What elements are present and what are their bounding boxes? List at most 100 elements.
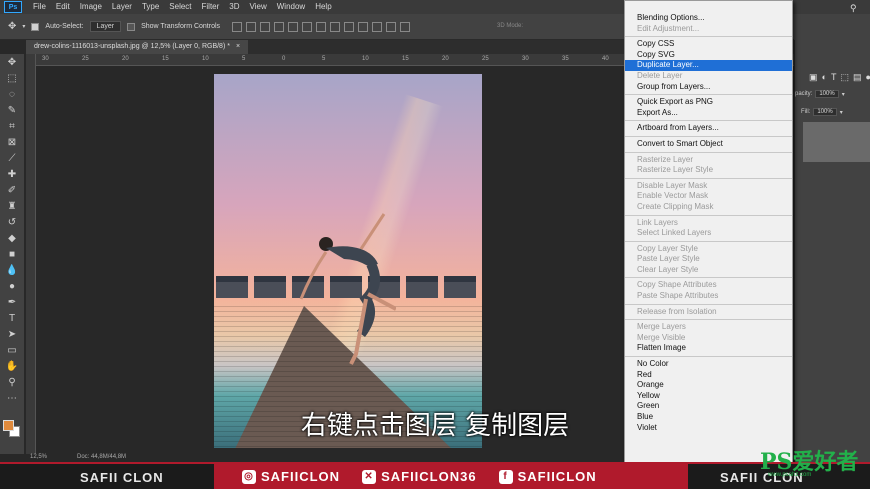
ruler-number: 15	[162, 56, 169, 62]
transform-controls-checkbox[interactable]	[127, 22, 136, 31]
menu-view[interactable]: View	[245, 0, 272, 14]
menu-item-copy-svg[interactable]: Copy SVG	[625, 50, 792, 61]
menu-help[interactable]: Help	[310, 0, 336, 14]
distribute-top-icon[interactable]	[316, 21, 327, 32]
smart-object-filter-icon[interactable]: ▤	[853, 72, 862, 83]
menu-item-green[interactable]: Green	[625, 401, 792, 412]
filter-toggle-icon[interactable]: ●	[865, 72, 870, 83]
crop-tool-icon[interactable]: ⌗	[0, 118, 24, 134]
menu-item-convert-to-smart-object[interactable]: Convert to Smart Object	[625, 139, 792, 150]
menu-item-group-from-layers[interactable]: Group from Layers...	[625, 82, 792, 93]
distribute-left-icon[interactable]	[358, 21, 369, 32]
dodge-tool-icon[interactable]: ●	[0, 278, 24, 294]
menu-item-paste-shape-attributes: Paste Shape Attributes	[637, 291, 719, 301]
gradient-tool-icon[interactable]: ■	[0, 246, 24, 262]
ruler-number: 30	[522, 56, 529, 62]
distribute-bottom-icon[interactable]	[344, 21, 355, 32]
distribute-middle-icon[interactable]	[330, 21, 341, 32]
auto-align-icon[interactable]	[400, 21, 411, 32]
menu-image[interactable]: Image	[75, 0, 107, 14]
chevron-down-icon[interactable]: ▾	[840, 109, 843, 116]
menu-filter[interactable]: Filter	[197, 0, 225, 14]
chevron-down-icon[interactable]: ▾	[842, 91, 845, 98]
align-middle-icon[interactable]	[246, 21, 257, 32]
menu-file[interactable]: File	[28, 0, 51, 14]
menu-item-merge-layers: Merge Layers	[637, 322, 686, 332]
auto-select-dropdown[interactable]: Layer	[89, 21, 122, 32]
pen-tool-icon[interactable]: ✒	[0, 294, 24, 310]
bungalow	[216, 276, 248, 298]
type-tool-icon[interactable]: T	[0, 310, 24, 326]
quick-select-tool-icon[interactable]: ✎	[0, 102, 24, 118]
brush-tool-icon[interactable]: ✐	[0, 182, 24, 198]
image-filter-icon[interactable]: ▣	[809, 72, 818, 83]
marquee-tool-icon[interactable]: ⬚	[0, 70, 24, 86]
menu-item-no-color[interactable]: No Color	[625, 359, 792, 370]
menu-item-red[interactable]: Red	[625, 370, 792, 381]
history-brush-tool-icon[interactable]: ↺	[0, 214, 24, 230]
zoom-level[interactable]: 12,5%	[30, 454, 47, 462]
more-tools-icon[interactable]: ⋯	[0, 390, 24, 406]
menu-group: Quick Export as PNG Export As...	[625, 95, 792, 122]
chevron-down-icon[interactable]: ▾	[22, 23, 25, 30]
align-top-icon[interactable]	[232, 21, 243, 32]
menu-item-blue[interactable]: Blue	[625, 412, 792, 423]
menu-item-artboard-from-layers[interactable]: Artboard from Layers...	[625, 123, 792, 134]
distribute-right-icon[interactable]	[386, 21, 397, 32]
menu-layer[interactable]: Layer	[107, 0, 137, 14]
menu-item-blending-options[interactable]: Blending Options...	[625, 13, 792, 24]
search-icon[interactable]: ⚲	[850, 3, 857, 14]
frame-tool-icon[interactable]: ⊠	[0, 134, 24, 150]
menu-item-delete-layer: Delete Layer	[637, 70, 683, 80]
hand-tool-icon[interactable]: ✋	[0, 358, 24, 374]
menu-select[interactable]: Select	[164, 0, 196, 14]
clone-stamp-tool-icon[interactable]: ♜	[0, 198, 24, 214]
lasso-tool-icon[interactable]: ◌	[0, 86, 24, 102]
menu-group: Artboard from Layers...	[625, 121, 792, 137]
type-filter-icon[interactable]: T	[831, 72, 837, 83]
menu-group: Copy Layer Style Paste Layer Style Clear L…	[625, 242, 792, 279]
align-bottom-icon[interactable]	[260, 21, 271, 32]
auto-select-checkbox[interactable]	[31, 22, 40, 31]
fill-field[interactable]: 100%	[813, 108, 837, 116]
eraser-tool-icon[interactable]: ◆	[0, 230, 24, 246]
menu-item-export-as[interactable]: Export As...	[625, 108, 792, 119]
document-size: Doc: 44,8M/44,8M	[77, 454, 127, 460]
menu-item-quick-export-as-png[interactable]: Quick Export as PNG	[625, 97, 792, 108]
menu-item-duplicate-layer[interactable]: Duplicate Layer...	[625, 60, 792, 71]
menu-type[interactable]: Type	[137, 0, 164, 14]
opacity-field[interactable]: 100%	[815, 90, 839, 98]
menu-item-violet[interactable]: Violet	[625, 423, 792, 434]
menu-item-copy-css[interactable]: Copy CSS	[625, 39, 792, 50]
document-canvas[interactable]	[214, 74, 482, 448]
menu-group: Merge Layers Merge Visible Flatten Image	[625, 320, 792, 358]
foreground-color-swatch[interactable]	[3, 420, 14, 431]
align-left-icon[interactable]	[274, 21, 285, 32]
menu-item-flatten-image[interactable]: Flatten Image	[625, 343, 792, 354]
layer-filter-icons: ▣ ◐ T ⬚ ▤ ●	[809, 72, 870, 83]
rectangle-tool-icon[interactable]: ▭	[0, 342, 24, 358]
move-tool-icon[interactable]: ✥	[0, 54, 24, 70]
distribute-center-icon[interactable]	[372, 21, 383, 32]
move-tool-icon[interactable]: ✥	[8, 21, 16, 32]
menu-item-rasterize-layer: Rasterize Layer	[637, 154, 694, 164]
ruler-number: 25	[482, 56, 489, 62]
align-center-icon[interactable]	[288, 21, 299, 32]
align-right-icon[interactable]	[302, 21, 313, 32]
menu-item-disable-layer-mask: Disable Layer Mask	[637, 180, 708, 190]
eyedropper-tool-icon[interactable]: ⟋	[0, 150, 24, 166]
menu-3d[interactable]: 3D	[224, 0, 244, 14]
menu-item-orange[interactable]: Orange	[625, 380, 792, 391]
menu-edit[interactable]: Edit	[51, 0, 75, 14]
adjustment-filter-icon[interactable]: ◐	[822, 72, 827, 83]
layer-row-selected[interactable]	[803, 122, 870, 162]
close-icon[interactable]: ×	[236, 40, 240, 54]
path-select-tool-icon[interactable]: ➤	[0, 326, 24, 342]
menu-item-yellow[interactable]: Yellow	[625, 391, 792, 402]
menu-window[interactable]: Window	[272, 0, 310, 14]
healing-brush-tool-icon[interactable]: ✚	[0, 166, 24, 182]
zoom-tool-icon[interactable]: ⚲	[0, 374, 24, 390]
document-tab[interactable]: drew-colins-1116013-unsplash.jpg @ 12,5%…	[26, 40, 249, 54]
shape-filter-icon[interactable]: ⬚	[840, 72, 849, 83]
blur-tool-icon[interactable]: 💧	[0, 262, 24, 278]
